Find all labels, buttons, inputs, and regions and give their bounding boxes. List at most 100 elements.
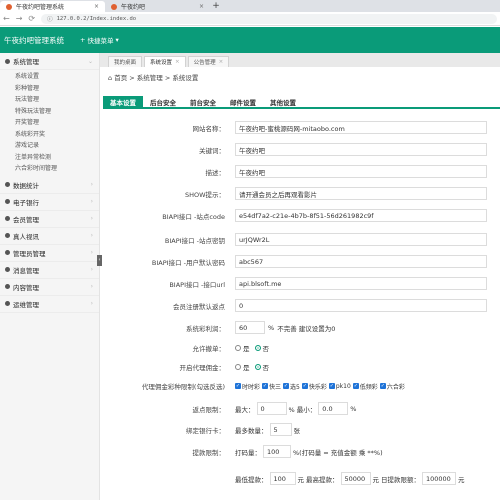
- browser-tab-site[interactable]: 午夜约吧 ×: [105, 1, 210, 12]
- sidebar-item-system-draw[interactable]: 系统彩开奖: [0, 128, 99, 140]
- biapi-url-field[interactable]: api.blsoft.me: [235, 277, 487, 290]
- sidebar-item-draw-manage[interactable]: 开奖管理: [0, 116, 99, 128]
- sidebar-collapse-handle[interactable]: ‹: [97, 255, 102, 266]
- reload-icon[interactable]: ⟳: [28, 14, 35, 23]
- sys-profit-field[interactable]: 60: [235, 321, 265, 334]
- sidebar-group-label: 会员管理: [13, 215, 39, 224]
- checkbox-dpc[interactable]: ✓ 低频彩: [352, 382, 378, 391]
- checkbox-k3[interactable]: ✓ 快三: [262, 382, 281, 391]
- url-input[interactable]: ⓘ 127.0.0.2/Index.index.do: [41, 13, 497, 24]
- max-count-label: 最多数量：: [235, 426, 268, 435]
- allow-cancel-no-radio[interactable]: 否: [254, 343, 269, 353]
- field-label: BIAPI接口 -站点code: [162, 212, 225, 221]
- close-icon[interactable]: ×: [219, 59, 224, 65]
- back-icon[interactable]: ←: [3, 14, 10, 23]
- description-field[interactable]: 午夜约吧: [235, 165, 487, 178]
- betting-volume-field[interactable]: 100: [263, 445, 291, 458]
- sidebar-item-bet-anomaly[interactable]: 注单异常检测: [0, 151, 99, 163]
- radio-label: 否: [262, 364, 270, 372]
- chevron-right-icon: ›: [90, 181, 93, 188]
- forward-icon[interactable]: →: [16, 14, 23, 23]
- sidebar-group-messages[interactable]: 消息管理 ›: [0, 262, 99, 279]
- new-tab-button[interactable]: +: [210, 1, 222, 12]
- browser-tab-admin[interactable]: 午夜约吧管理系统 ×: [0, 1, 105, 12]
- form-row-agent-rebate: 开启代理佣金： 是 否: [103, 362, 500, 372]
- chevron-right-icon: ›: [90, 198, 93, 205]
- chevron-right-icon: ›: [90, 232, 93, 239]
- tab-backend-security[interactable]: 后台安全: [143, 96, 183, 107]
- close-icon[interactable]: ×: [94, 3, 99, 10]
- field-label: 开启代理佣金：: [179, 364, 226, 372]
- info-icon: ⓘ: [47, 16, 53, 23]
- chevron-down-icon: ⌄: [87, 57, 93, 65]
- field-label: SHOW提示：: [184, 190, 225, 199]
- show-tip-field[interactable]: 请开通会员之后再观看影片: [235, 187, 487, 200]
- daily-limit-field[interactable]: 100000: [422, 472, 456, 485]
- sidebar-group-system[interactable]: 系统管理 ⌄: [0, 53, 99, 70]
- agent-rebate-yes-radio[interactable]: 是: [235, 362, 250, 372]
- tab-other-settings[interactable]: 其他设置: [263, 96, 303, 107]
- radio-label: 是: [243, 345, 250, 353]
- sidebar-group-ops[interactable]: 运维管理 ›: [0, 296, 99, 313]
- sidebar-group-members[interactable]: 会员管理 ›: [0, 211, 99, 228]
- sidebar-item-play-modes[interactable]: 玩法管理: [0, 93, 99, 105]
- min-withdraw-field[interactable]: 100: [269, 472, 296, 485]
- tab-mail-settings[interactable]: 邮件设置: [223, 96, 263, 107]
- bind-card-count-field[interactable]: 5: [269, 423, 292, 436]
- sidebar-group-content[interactable]: 内容管理 ›: [0, 279, 99, 296]
- chevron-right-icon: ›: [90, 215, 93, 222]
- biapi-password-field[interactable]: abc567: [235, 255, 487, 268]
- radio-label: 是: [243, 364, 250, 372]
- sidebar-group-ebank[interactable]: 电子银行 ›: [0, 194, 99, 211]
- video-icon: [5, 233, 10, 238]
- form-row-agent-lottery: 代理佣金彩种限制(勾选反选) ✓ 时时彩 ✓ 快三 ✓ 选5 ✓ 快乐彩 ✓ pk10 ✓…: [103, 381, 500, 392]
- tab-basic-settings[interactable]: 基本设置: [103, 96, 143, 107]
- sidebar-group-admins[interactable]: 管理员管理 ›: [0, 245, 99, 262]
- tab-announcements[interactable]: 公告管理 ×: [187, 56, 230, 67]
- keywords-field[interactable]: 午夜约吧: [235, 143, 487, 156]
- wrench-icon: [5, 301, 10, 306]
- checkbox-label: 时时彩: [242, 383, 261, 391]
- site-name-field[interactable]: 午夜约吧-蜜桃源码网-mitaobo.com: [235, 121, 487, 134]
- min-label: % 最小：: [288, 405, 317, 414]
- checkbox-pk10[interactable]: ✓ pk10: [328, 383, 351, 390]
- close-icon[interactable]: ×: [175, 59, 180, 65]
- sidebar-item-special-play[interactable]: 特殊玩法管理: [0, 105, 99, 117]
- reg-points-field[interactable]: 0: [235, 299, 487, 312]
- form-row-site-name: 网站名称： 午夜约吧-蜜桃源码网-mitaobo.com: [103, 121, 500, 134]
- sidebar-group-label: 系统管理: [13, 58, 39, 66]
- sidebar-item-system-settings[interactable]: 系统设置: [0, 70, 99, 82]
- rebate-max-field[interactable]: 0: [256, 402, 287, 415]
- form-row-keywords: 关键词： 午夜约吧: [103, 143, 500, 156]
- max-withdraw-label: 最高提款：: [306, 475, 339, 484]
- sidebar-group-label: 电子银行: [13, 198, 39, 207]
- checkbox-lhc[interactable]: ✓ 六合彩: [379, 382, 405, 391]
- tab-desktop[interactable]: 我的桌面: [108, 56, 143, 67]
- close-icon[interactable]: ×: [199, 3, 204, 10]
- checkbox-x5[interactable]: ✓ 选5: [283, 382, 300, 391]
- agent-rebate-no-radio[interactable]: 否: [254, 362, 270, 372]
- sidebar-item-marksix-time[interactable]: 六合彩时间管理: [0, 162, 99, 174]
- quick-menu-button[interactable]: + 快捷菜单 ▾: [80, 35, 119, 45]
- bank-icon: [5, 199, 10, 204]
- check-icon: ✓: [328, 383, 335, 389]
- sidebar-item-game-records[interactable]: 游戏记录: [0, 139, 99, 151]
- sidebar-item-lottery-types[interactable]: 彩种管理: [0, 82, 99, 94]
- checkbox-ssc[interactable]: ✓ 时时彩: [235, 382, 260, 391]
- checkbox-label: 低频彩: [359, 383, 378, 391]
- tab-frontend-security[interactable]: 前台安全: [183, 96, 223, 107]
- tab-system-settings[interactable]: 系统设置 ×: [144, 56, 186, 67]
- checkbox-label: 快三: [269, 383, 282, 391]
- page-tab-bar: 我的桌面 系统设置 × 公告管理 ×: [100, 53, 500, 67]
- allow-cancel-yes-radio[interactable]: 是: [235, 343, 250, 353]
- max-withdraw-field[interactable]: 50000: [340, 472, 371, 485]
- checkbox-label: 六合彩: [386, 383, 405, 391]
- sidebar-group-statistics[interactable]: 数据统计 ›: [0, 177, 99, 194]
- biapi-code-field[interactable]: e54df7a2-c21e-4b7b-8f51-56d261982c9f: [235, 209, 487, 222]
- rebate-min-field[interactable]: 0.0: [318, 402, 349, 415]
- biapi-secret-field[interactable]: urJQWr2L: [235, 233, 487, 246]
- sidebar-group-live-video[interactable]: 真人视讯 ›: [0, 228, 99, 245]
- user-icon: [5, 216, 10, 221]
- betting-volume-hint: %(打码量 = 充值金额 乘 **%): [293, 448, 383, 457]
- checkbox-klc[interactable]: ✓ 快乐彩: [301, 382, 327, 391]
